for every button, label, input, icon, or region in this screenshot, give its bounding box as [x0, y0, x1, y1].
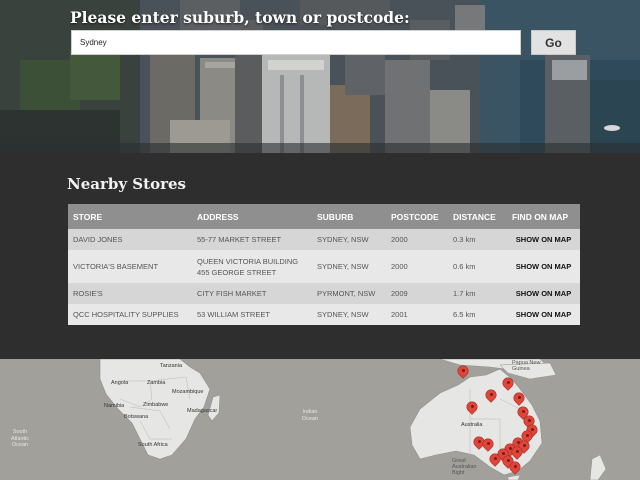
- column-header-postcode: POSTCODE: [386, 204, 448, 229]
- map-label-tanzania: Tanzania: [160, 363, 183, 369]
- location-search-input[interactable]: [71, 30, 521, 55]
- store-name: ROSIE'S: [68, 283, 192, 304]
- store-suburb: SYDNEY, NSW: [312, 250, 386, 283]
- store-address: QUEEN VICTORIA BUILDING 455 GEORGE STREE…: [192, 250, 312, 283]
- store-locator-map[interactable]: Tanzania Angola Zambia Mozambique Namibi…: [0, 359, 640, 480]
- store-postcode: 2000: [386, 229, 448, 250]
- map-label-zambia: Zambia: [147, 380, 166, 386]
- go-button[interactable]: Go: [531, 30, 576, 55]
- store-postcode: 2009: [386, 283, 448, 304]
- store-postcode: 2001: [386, 304, 448, 325]
- store-distance: 6.5 km: [448, 304, 507, 325]
- show-on-map-link[interactable]: SHOW ON MAP: [507, 250, 580, 283]
- store-address: 53 WILLIAM STREET: [192, 304, 312, 325]
- map-label-zimbabwe: Zimbabwe: [143, 402, 169, 408]
- new-zealand-landmass: [589, 454, 607, 480]
- map-label-indian-ocean: Indian Ocean: [301, 409, 319, 422]
- column-header-store: STORE: [68, 204, 192, 229]
- map-label-south-africa: South Africa: [138, 442, 168, 448]
- store-marker[interactable]: [458, 366, 468, 380]
- store-suburb: SYDNEY, NSW: [312, 229, 386, 250]
- map-label-namibia: Namibia: [104, 403, 125, 409]
- hero-banner: Please enter suburb, town or postcode: G…: [0, 0, 640, 153]
- nearby-stores-section: Nearby Stores STORE ADDRESS SUBURB POSTC…: [0, 153, 640, 359]
- map-label-australia: Australia: [461, 422, 483, 428]
- store-address: CITY FISH MARKET: [192, 283, 312, 304]
- column-header-distance: DISTANCE: [448, 204, 507, 229]
- map-label-madagascar: Madagascar: [187, 408, 218, 414]
- store-name: QCC HOSPITALITY SUPPLIES: [68, 304, 192, 325]
- table-row: QCC HOSPITALITY SUPPLIES 53 WILLIAM STRE…: [68, 304, 580, 325]
- store-marker[interactable]: [490, 454, 500, 468]
- store-marker[interactable]: [486, 390, 496, 404]
- store-suburb: SYDNEY, NSW: [312, 304, 386, 325]
- store-marker[interactable]: [512, 447, 522, 461]
- store-distance: 0.6 km: [448, 250, 507, 283]
- nearby-stores-heading: Nearby Stores: [67, 175, 186, 193]
- map-label-mozambique: Mozambique: [172, 389, 204, 395]
- map-label-papua-new-guinea: Papua New Guinea: [512, 360, 541, 372]
- table-row: ROSIE'S CITY FISH MARKET PYRMONT, NSW 20…: [68, 283, 580, 304]
- show-on-map-link[interactable]: SHOW ON MAP: [507, 229, 580, 250]
- store-marker[interactable]: [483, 439, 493, 453]
- show-on-map-link[interactable]: SHOW ON MAP: [507, 304, 580, 325]
- store-distance: 0.3 km: [448, 229, 507, 250]
- map-label-angola: Angola: [111, 380, 129, 386]
- show-on-map-link[interactable]: SHOW ON MAP: [507, 283, 580, 304]
- map-label-great-australian-bight: Great Australian Bight: [452, 458, 477, 476]
- search-heading: Please enter suburb, town or postcode:: [70, 8, 410, 27]
- store-address: 55-77 MARKET STREET: [192, 229, 312, 250]
- store-name: DAVID JONES: [68, 229, 192, 250]
- store-marker[interactable]: [503, 378, 513, 392]
- store-suburb: PYRMONT, NSW: [312, 283, 386, 304]
- column-header-address: ADDRESS: [192, 204, 312, 229]
- store-distance: 1.7 km: [448, 283, 507, 304]
- column-header-suburb: SUBURB: [312, 204, 386, 229]
- stores-table: STORE ADDRESS SUBURB POSTCODE DISTANCE F…: [68, 204, 580, 325]
- store-marker[interactable]: [514, 393, 524, 407]
- table-row: DAVID JONES 55-77 MARKET STREET SYDNEY, …: [68, 229, 580, 250]
- store-marker[interactable]: [467, 402, 477, 416]
- store-postcode: 2000: [386, 250, 448, 283]
- store-name: VICTORIA'S BASEMENT: [68, 250, 192, 283]
- map-label-botswana: Botswana: [124, 414, 149, 420]
- table-header-row: STORE ADDRESS SUBURB POSTCODE DISTANCE F…: [68, 204, 580, 229]
- store-marker[interactable]: [510, 462, 520, 476]
- map-label-south-atlantic-ocean: South Atlantic Ocean: [10, 429, 30, 448]
- column-header-find-on-map: FIND ON MAP: [507, 204, 580, 229]
- table-row: VICTORIA'S BASEMENT QUEEN VICTORIA BUILD…: [68, 250, 580, 283]
